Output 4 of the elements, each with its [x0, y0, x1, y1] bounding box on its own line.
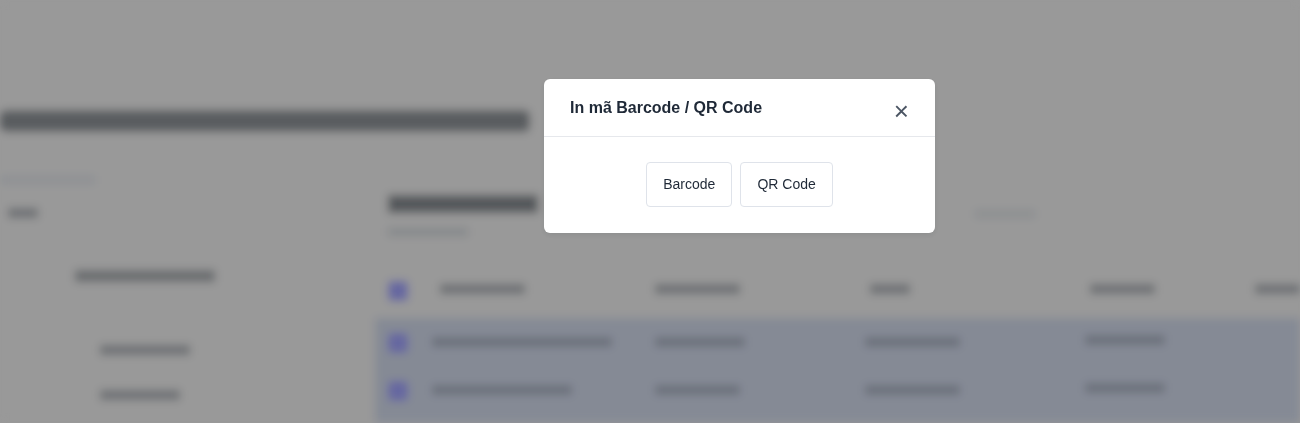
close-button[interactable]: ×: [889, 97, 913, 124]
print-option-button[interactable]: Barcode: [646, 162, 733, 207]
print-option-button[interactable]: QR Code: [740, 162, 833, 207]
modal-title: In mã Barcode / QR Code: [570, 97, 763, 118]
